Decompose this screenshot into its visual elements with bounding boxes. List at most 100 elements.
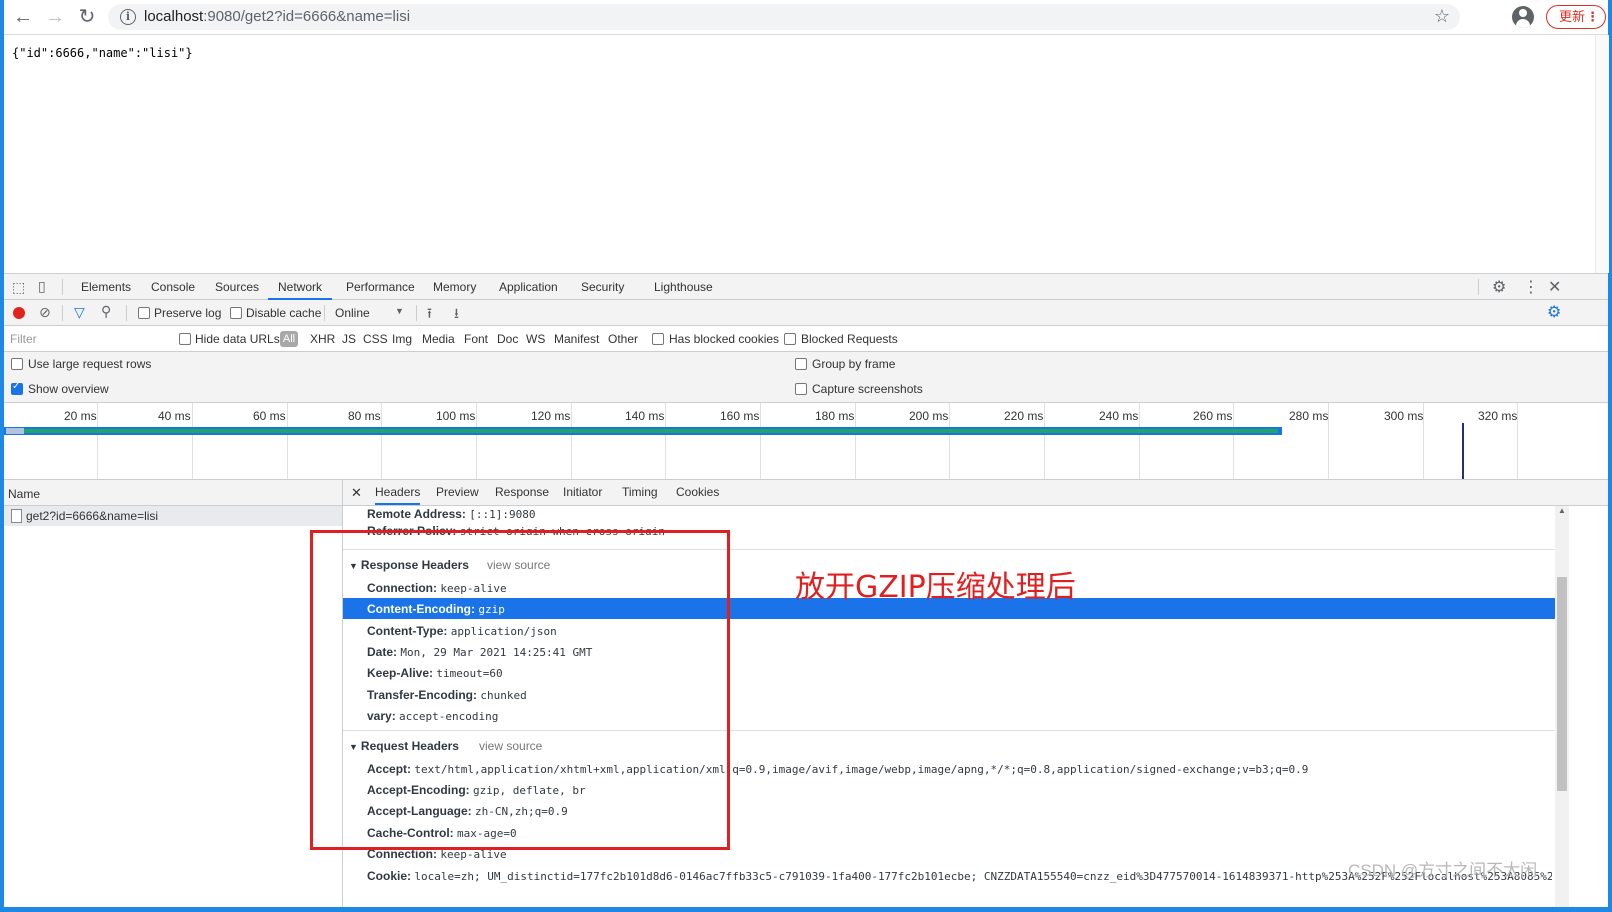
tick-line xyxy=(192,403,193,479)
update-button[interactable]: 更新 ⋮ xyxy=(1546,5,1606,29)
type-filter-all[interactable]: All xyxy=(280,331,298,347)
tab-security[interactable]: Security xyxy=(581,280,624,294)
tab-sources[interactable]: Sources xyxy=(215,280,259,294)
tab-headers[interactable]: Headers xyxy=(375,485,421,505)
tab-initiator[interactable]: Initiator xyxy=(563,485,602,499)
preserve-log-checkbox[interactable] xyxy=(138,307,150,319)
tab-preview[interactable]: Preview xyxy=(436,485,479,499)
group-by-frame-label: Group by frame xyxy=(812,357,896,371)
network-settings-gear-icon[interactable]: ⚙ xyxy=(1547,302,1561,322)
hide-data-urls-checkbox[interactable] xyxy=(179,333,191,345)
tick-line xyxy=(665,403,666,479)
tick-label: 200 ms xyxy=(909,409,949,423)
request-row[interactable]: get2?id=6666&name=lisi xyxy=(4,506,342,526)
type-filter-xhr[interactable]: XHR xyxy=(310,332,335,346)
type-filter-font[interactable]: Font xyxy=(464,332,488,346)
separator xyxy=(1478,279,1479,295)
has-blocked-cookies-checkbox[interactable] xyxy=(652,333,664,345)
bookmark-star-icon[interactable]: ☆ xyxy=(1434,6,1450,27)
tick-line xyxy=(287,403,288,479)
settings-gear-icon[interactable]: ⚙ xyxy=(1492,277,1506,297)
show-overview-checkbox[interactable] xyxy=(11,381,23,395)
profile-avatar-icon[interactable] xyxy=(1512,6,1534,28)
tab-lighthouse[interactable]: Lighthouse xyxy=(654,280,713,294)
type-filter-other[interactable]: Other xyxy=(608,332,638,346)
url-text: localhost:9080/get2?id=6666&name=lisi xyxy=(144,8,410,25)
type-filter-css[interactable]: CSS xyxy=(363,332,388,346)
address-bar[interactable]: i localhost:9080/get2?id=6666&name=lisi … xyxy=(108,4,1460,30)
type-filter-img[interactable]: Img xyxy=(392,332,412,346)
url-host: localhost xyxy=(144,8,204,25)
tab-response[interactable]: Response xyxy=(495,485,549,499)
tick-label: 120 ms xyxy=(531,409,571,423)
tab-memory[interactable]: Memory xyxy=(433,280,476,294)
tab-timing[interactable]: Timing xyxy=(622,485,658,499)
import-har-icon[interactable]: ⭱ xyxy=(427,303,432,327)
clear-icon[interactable]: ⊘ xyxy=(39,304,51,321)
detail-tabbar: ✕ Headers Preview Response Initiator Tim… xyxy=(343,480,1608,506)
detail-scrollbar-thumb[interactable] xyxy=(1557,577,1567,791)
tick-label: 20 ms xyxy=(64,409,97,423)
inspect-element-icon[interactable]: ⬚ xyxy=(12,279,25,296)
type-filter-manifest[interactable]: Manifest xyxy=(554,332,599,346)
options-row-2: Show overview Capture screenshots xyxy=(4,377,1608,402)
tick-label: 140 ms xyxy=(625,409,665,423)
tick-label: 100 ms xyxy=(436,409,476,423)
tick-line xyxy=(949,403,950,479)
info-icon[interactable]: i xyxy=(120,9,136,25)
json-response-text: {"id":6666,"name":"lisi"} xyxy=(12,46,193,60)
large-rows-checkbox[interactable] xyxy=(11,358,23,370)
type-filter-doc[interactable]: Doc xyxy=(497,332,518,346)
close-devtools-icon[interactable]: ✕ xyxy=(1548,277,1561,297)
blocked-requests-checkbox[interactable] xyxy=(784,333,796,345)
large-rows-label: Use large request rows xyxy=(28,357,152,371)
forward-arrow-icon[interactable]: → xyxy=(44,6,66,28)
tab-performance[interactable]: Performance xyxy=(346,280,415,294)
tick-line xyxy=(1233,403,1234,479)
tick-label: 220 ms xyxy=(1004,409,1044,423)
request-waiting-bar xyxy=(6,428,24,434)
filter-funnel-icon[interactable]: ▽ xyxy=(74,304,85,321)
tick-line xyxy=(571,403,572,479)
throttle-select[interactable]: Online xyxy=(335,306,370,320)
network-toolbar: ⊘ ▽ ⚲ Preserve log Disable cache Online … xyxy=(4,300,1608,326)
search-icon[interactable]: ⚲ xyxy=(101,303,111,320)
tick-line xyxy=(381,403,382,479)
tab-elements[interactable]: Elements xyxy=(81,280,131,294)
record-icon[interactable] xyxy=(13,307,25,319)
document-icon xyxy=(11,509,22,523)
load-event-marker xyxy=(1462,423,1464,479)
annotation-text: 放开GZIP压缩处理后 xyxy=(795,570,1076,605)
type-filter-media[interactable]: Media xyxy=(422,332,455,346)
filter-input[interactable]: Filter xyxy=(6,330,170,348)
tab-network[interactable]: Network xyxy=(268,280,333,300)
name-column-header[interactable]: Name xyxy=(8,487,40,501)
request-list-header: Name xyxy=(4,480,342,506)
more-menu-icon[interactable]: ⋮ xyxy=(1523,277,1539,297)
type-filter-js[interactable]: JS xyxy=(342,332,356,346)
export-har-icon[interactable]: ⭳ xyxy=(454,303,459,327)
tick-line xyxy=(855,403,856,479)
annotation-red-box xyxy=(310,530,730,850)
group-by-frame-checkbox[interactable] xyxy=(795,358,807,370)
capture-screenshots-checkbox[interactable] xyxy=(795,383,807,395)
tab-cookies[interactable]: Cookies xyxy=(676,485,719,499)
disable-cache-checkbox[interactable] xyxy=(230,307,242,319)
close-detail-icon[interactable]: ✕ xyxy=(351,485,362,501)
request-download-bar xyxy=(22,429,1278,433)
back-arrow-icon[interactable]: ← xyxy=(12,6,34,28)
chevron-down-icon[interactable]: ▼ xyxy=(395,306,404,316)
separator xyxy=(62,305,63,321)
tab-application[interactable]: Application xyxy=(499,280,558,294)
preserve-log-label: Preserve log xyxy=(154,306,222,320)
page-scrollbar[interactable] xyxy=(1595,35,1609,273)
tick-label: 180 ms xyxy=(815,409,855,423)
tab-console[interactable]: Console xyxy=(151,280,195,294)
type-filter-ws[interactable]: WS xyxy=(526,332,545,346)
header-key: Cookie: xyxy=(367,869,412,883)
reload-icon[interactable]: ↻ xyxy=(76,6,98,28)
header-key: Remote Address: xyxy=(367,507,466,521)
device-toolbar-icon[interactable]: ▯ xyxy=(38,278,46,295)
overview-timeline[interactable]: 20 ms 40 ms 60 ms 80 ms 100 ms 120 ms 14… xyxy=(4,402,1608,480)
scroll-up-icon[interactable]: ▲ xyxy=(1558,506,1566,515)
